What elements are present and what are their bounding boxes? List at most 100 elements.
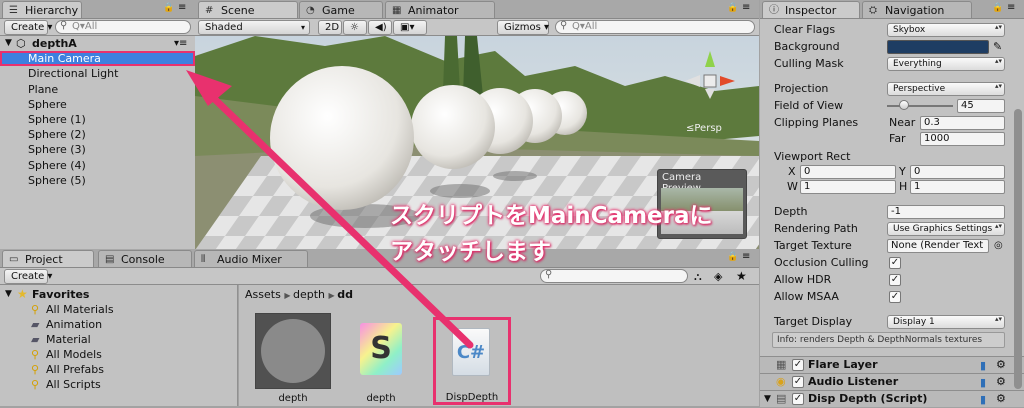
audio-toggle-button[interactable]: ◀): [368, 20, 392, 35]
panel-menu-icon[interactable]: ≡: [1007, 2, 1015, 13]
breadcrumb-assets[interactable]: Assets: [245, 288, 281, 301]
fov-slider-thumb[interactable]: [898, 100, 909, 110]
asset-depth-shader[interactable]: S depth: [343, 313, 419, 404]
hierarchy-search-input[interactable]: Q▾All: [55, 20, 191, 34]
gizmos-dropdown[interactable]: Gizmos ▾: [497, 20, 549, 35]
viewport-h-field[interactable]: 1: [910, 180, 1005, 194]
row-depth: Depth -1: [760, 203, 1024, 220]
lighting-toggle-button[interactable]: ☼: [343, 20, 367, 35]
breadcrumb-dd[interactable]: dd: [337, 288, 353, 301]
favorite-all-materials[interactable]: ⚲ All Materials: [0, 302, 237, 317]
tab-game[interactable]: ◔ Game: [299, 1, 383, 18]
hierarchy-item-sphere-1[interactable]: Sphere (1): [0, 112, 195, 127]
component-audio-listener[interactable]: ◉ ✓ Audio Listener ▮ ⚙: [760, 373, 1024, 390]
depth-field[interactable]: -1: [887, 205, 1005, 219]
favorites-header[interactable]: ▼ ★ Favorites: [0, 287, 237, 302]
favorite-all-models[interactable]: ⚲ All Models: [0, 347, 237, 362]
hierarchy-item-sphere-5[interactable]: Sphere (5): [0, 173, 195, 188]
clear-flags-dropdown[interactable]: Skybox: [887, 23, 1005, 37]
hierarchy-item-main-camera[interactable]: Main Camera: [0, 51, 195, 66]
expand-arrow-icon[interactable]: ▼: [5, 287, 12, 302]
project-create-button[interactable]: Create ▾: [4, 269, 52, 284]
component-disp-depth-script[interactable]: ▼ ▤ ✓ Disp Depth (Script) ▮ ⚙: [760, 390, 1024, 407]
hierarchy-item-sphere-4[interactable]: Sphere (4): [0, 158, 195, 173]
hierarchy-item-sphere-2[interactable]: Sphere (2): [0, 127, 195, 142]
assets-panel: Assets ▶ depth ▶ dd depth S depth C# Dis…: [239, 285, 759, 406]
shading-dropdown[interactable]: Shaded ▾: [198, 20, 310, 35]
panel-menu-icon[interactable]: ≡: [742, 2, 750, 13]
lock-icon[interactable]: 🔒: [163, 3, 174, 13]
hierarchy-item-directional-light[interactable]: Directional Light: [0, 66, 195, 81]
culling-mask-dropdown[interactable]: Everything: [887, 57, 1005, 71]
hierarchy-create-button[interactable]: Create ▾: [4, 20, 52, 35]
expand-arrow-icon[interactable]: ▼: [764, 391, 771, 407]
target-texture-field[interactable]: None (Render Text: [887, 239, 989, 253]
tab-console[interactable]: ▤ Console: [98, 250, 192, 267]
projection-dropdown[interactable]: Perspective: [887, 82, 1005, 96]
speaker-icon: ◀): [375, 22, 387, 33]
audio-listener-enable-checkbox[interactable]: ✓: [792, 376, 804, 388]
lock-icon[interactable]: 🔒: [992, 3, 1003, 13]
far-clip-field[interactable]: 1000: [920, 132, 1005, 146]
viewport-y-field[interactable]: 0: [910, 165, 1005, 179]
pacman-icon: ◔: [306, 5, 315, 16]
lock-icon[interactable]: 🔒: [727, 3, 738, 13]
expand-arrow-icon[interactable]: ▼: [5, 36, 12, 51]
viewport-w-field[interactable]: 1: [800, 180, 896, 194]
toggle-2d-button[interactable]: 2D: [318, 20, 342, 35]
inspector-scrollbar[interactable]: [1014, 109, 1022, 389]
scene-root-row[interactable]: ▼ ⬡ depthA ▾≡: [0, 36, 195, 51]
filter-type-icon[interactable]: ⛬: [694, 270, 702, 284]
favorite-all-prefabs[interactable]: ⚲ All Prefabs: [0, 362, 237, 377]
allow-hdr-checkbox[interactable]: ✓: [889, 274, 901, 286]
viewport-x-field[interactable]: 0: [800, 165, 896, 179]
scene-search-input[interactable]: Q▾All: [555, 20, 755, 34]
tab-project[interactable]: ▭ Project: [2, 250, 94, 267]
favorite-star-icon[interactable]: ★: [736, 269, 747, 283]
disp-depth-enable-checkbox[interactable]: ✓: [792, 393, 804, 405]
search-icon: ⚲: [31, 348, 40, 361]
tab-navigation[interactable]: ⛭ Navigation: [862, 1, 972, 18]
breadcrumb-depth[interactable]: depth: [293, 288, 325, 301]
eyedropper-icon[interactable]: ✎: [993, 38, 1002, 55]
star-icon: ★: [17, 287, 28, 301]
lock-icon[interactable]: 🔒: [727, 252, 738, 262]
component-settings-gear-icon[interactable]: ⚙: [996, 391, 1006, 407]
background-color-field[interactable]: [887, 40, 989, 54]
asset-dispdepth-script[interactable]: C# DispDepth: [433, 317, 511, 405]
target-display-dropdown[interactable]: Display 1: [887, 315, 1005, 329]
hierarchy-item-sphere[interactable]: Sphere: [0, 97, 195, 112]
component-flare-layer[interactable]: ▦ ✓ Flare Layer ▮ ⚙: [760, 356, 1024, 373]
persp-label[interactable]: ≤Persp: [686, 123, 722, 134]
near-clip-field[interactable]: 0.3: [920, 116, 1005, 130]
tab-hierarchy[interactable]: ☰ Hierarchy: [2, 1, 82, 18]
favorite-material[interactable]: ▰ Material: [0, 332, 237, 347]
tab-inspector[interactable]: ⓘ Inspector: [762, 1, 860, 18]
tab-scene[interactable]: # Scene: [198, 1, 298, 18]
effects-dropdown[interactable]: ▣▾: [393, 20, 427, 35]
favorite-animation[interactable]: ▰ Animation: [0, 317, 237, 332]
hierarchy-item-sphere-3[interactable]: Sphere (3): [0, 142, 195, 157]
help-book-icon[interactable]: ▮: [980, 375, 986, 391]
panel-menu-icon[interactable]: ≡: [742, 251, 750, 262]
scene-menu-icon[interactable]: ▾≡: [174, 36, 187, 51]
asset-depth-shader-material[interactable]: depth: [255, 313, 331, 404]
hierarchy-item-plane[interactable]: Plane: [0, 82, 195, 97]
component-settings-gear-icon[interactable]: ⚙: [996, 357, 1006, 373]
flare-layer-enable-checkbox[interactable]: ✓: [792, 359, 804, 371]
row-target-texture: Target Texture None (Render Text ◎: [774, 237, 1003, 254]
project-search-input[interactable]: [540, 269, 688, 283]
tab-animator[interactable]: ▦ Animator: [385, 1, 495, 18]
fov-slider-track[interactable]: [887, 105, 953, 107]
panel-menu-icon[interactable]: ≡: [178, 2, 186, 13]
rendering-path-dropdown[interactable]: Use Graphics Settings: [887, 222, 1005, 236]
filter-label-icon[interactable]: ◈: [714, 270, 722, 283]
help-book-icon[interactable]: ▮: [980, 358, 986, 374]
favorite-all-scripts[interactable]: ⚲ All Scripts: [0, 377, 237, 392]
object-picker-icon[interactable]: ◎: [994, 237, 1003, 254]
tab-audio-mixer[interactable]: ⫴ Audio Mixer: [194, 250, 308, 267]
allow-msaa-checkbox[interactable]: ✓: [889, 291, 901, 303]
fov-value-field[interactable]: 45: [957, 99, 1005, 113]
occlusion-culling-checkbox[interactable]: ✓: [889, 257, 901, 269]
component-settings-gear-icon[interactable]: ⚙: [996, 374, 1006, 390]
